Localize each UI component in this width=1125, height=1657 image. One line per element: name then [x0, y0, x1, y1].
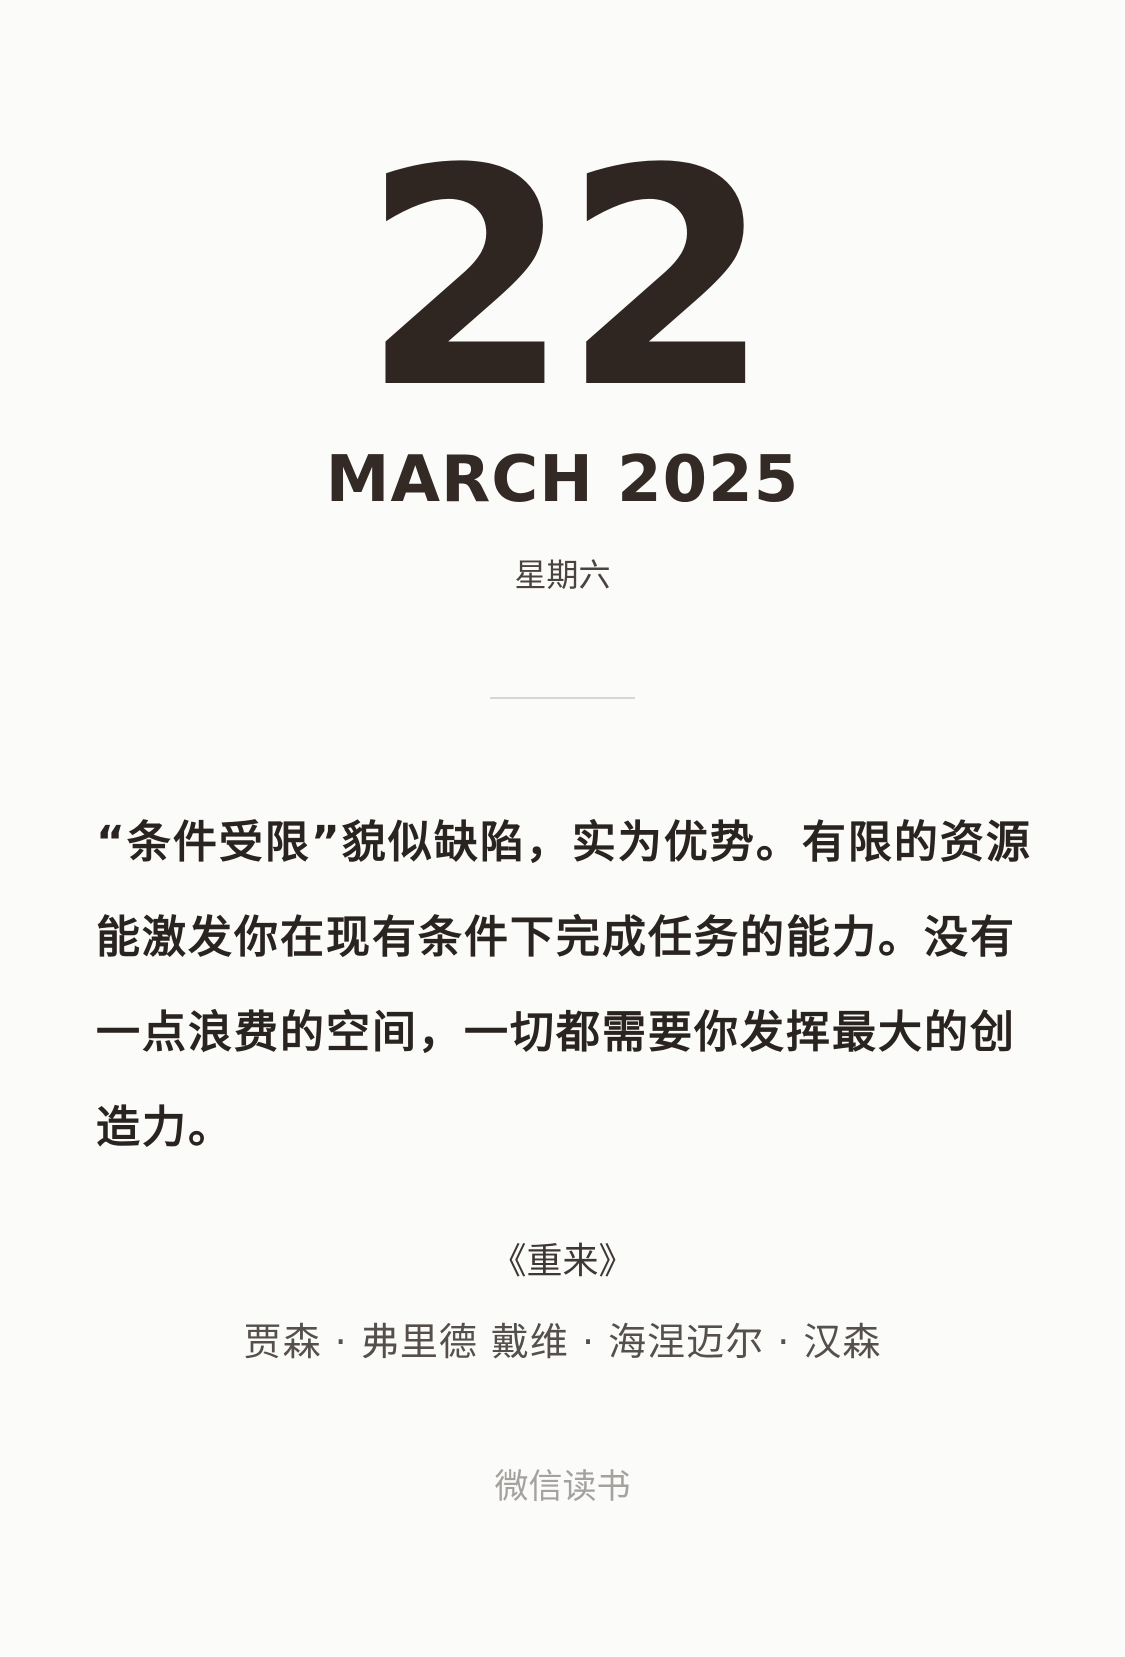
month-year: MARCH 2025 — [325, 443, 800, 517]
book-authors: 贾森 · 弗里德 戴维 · 海涅迈尔 · 汉森 — [243, 1320, 882, 1364]
quote-text: “条件受限”貌似缺陷，实为优势。有限的资源能激发你在现有条件下完成任务的能力。没… — [96, 817, 1032, 1153]
source-label: 微信读书 — [494, 1467, 631, 1507]
calendar-card: 22 MARCH 2025 星期六 “条件受限”貌似缺陷，实为优势。有限的资源能… — [0, 0, 1125, 1657]
divider — [490, 697, 635, 699]
day-number: 22 — [361, 105, 771, 454]
book-title: 《重来》 — [490, 1241, 635, 1282]
weekday: 星期六 — [514, 556, 611, 594]
